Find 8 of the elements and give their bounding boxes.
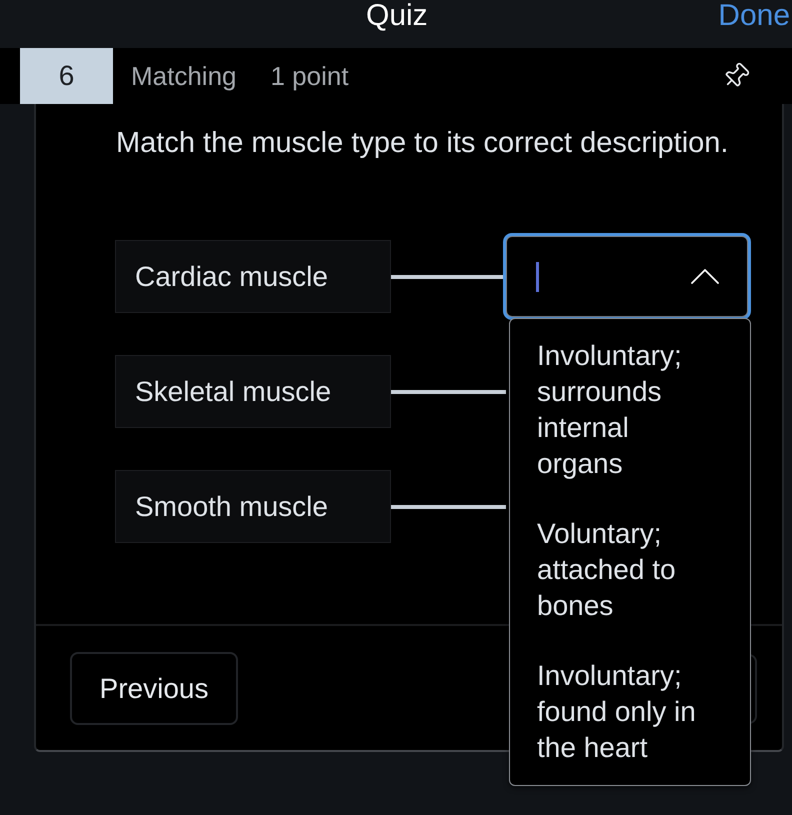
question-number: 6 [20, 48, 113, 104]
term-box: Cardiac muscle [115, 240, 391, 313]
question-points: 1 point [270, 60, 349, 92]
term-box: Skeletal muscle [115, 355, 391, 428]
window-title: Quiz [366, 0, 428, 32]
question-prompt: Match the muscle type to its correct description. [116, 126, 730, 161]
question-type: Matching [131, 60, 236, 92]
term-box: Smooth muscle [115, 470, 391, 543]
